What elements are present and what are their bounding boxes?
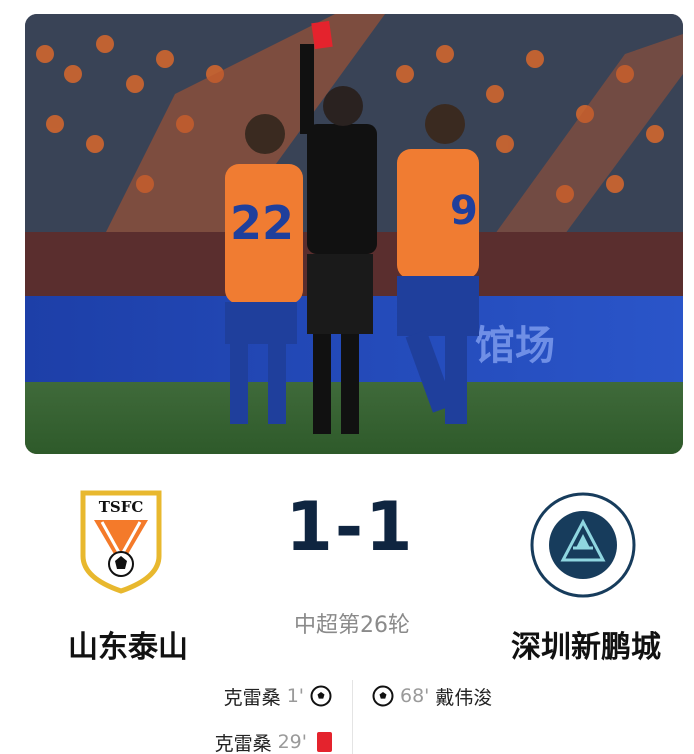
jersey-number-9: 9 — [450, 188, 478, 234]
soccer-ball-icon — [372, 685, 394, 707]
home-team-name[interactable]: 山东泰山 — [58, 622, 198, 666]
jersey-number-22: 22 — [230, 196, 294, 250]
events-divider — [352, 680, 353, 754]
away-team-name[interactable]: 深圳新鹏城 — [496, 622, 676, 666]
match-photo: 馆场 22 9 — [25, 14, 683, 454]
event-player: 克雷桑 — [214, 732, 272, 754]
home-event-red-card: 克雷桑 29' — [215, 727, 332, 754]
round-label: 中超第26轮 — [294, 613, 410, 638]
soccer-ball-icon — [310, 685, 332, 707]
away-event-goal: 68' 戴伟浚 — [372, 681, 492, 711]
ad-board-text: 馆场 — [475, 323, 555, 369]
event-minute: 1' — [286, 685, 304, 707]
away-score: 1 — [365, 488, 415, 567]
event-minute: 29' — [277, 731, 307, 753]
referee-red-card-photo: 馆场 22 9 — [25, 14, 683, 454]
peng-city-crest-icon — [530, 492, 636, 598]
shandong-taishan-logo[interactable]: TSFC — [80, 490, 162, 594]
shenzhen-peng-city-logo[interactable] — [530, 492, 636, 598]
score-separator: - — [334, 488, 366, 567]
score: 1-1 — [270, 488, 430, 567]
home-score: 1 — [285, 488, 335, 567]
tsfc-abbr: TSFC — [99, 498, 144, 516]
event-player: 克雷桑 — [223, 686, 281, 709]
event-minute: 68' — [400, 685, 430, 707]
event-player: 戴伟浚 — [435, 686, 493, 709]
red-card-icon — [317, 732, 332, 752]
tsfc-crest-icon: TSFC — [80, 490, 162, 594]
home-event-goal: 克雷桑 1' — [224, 681, 332, 711]
